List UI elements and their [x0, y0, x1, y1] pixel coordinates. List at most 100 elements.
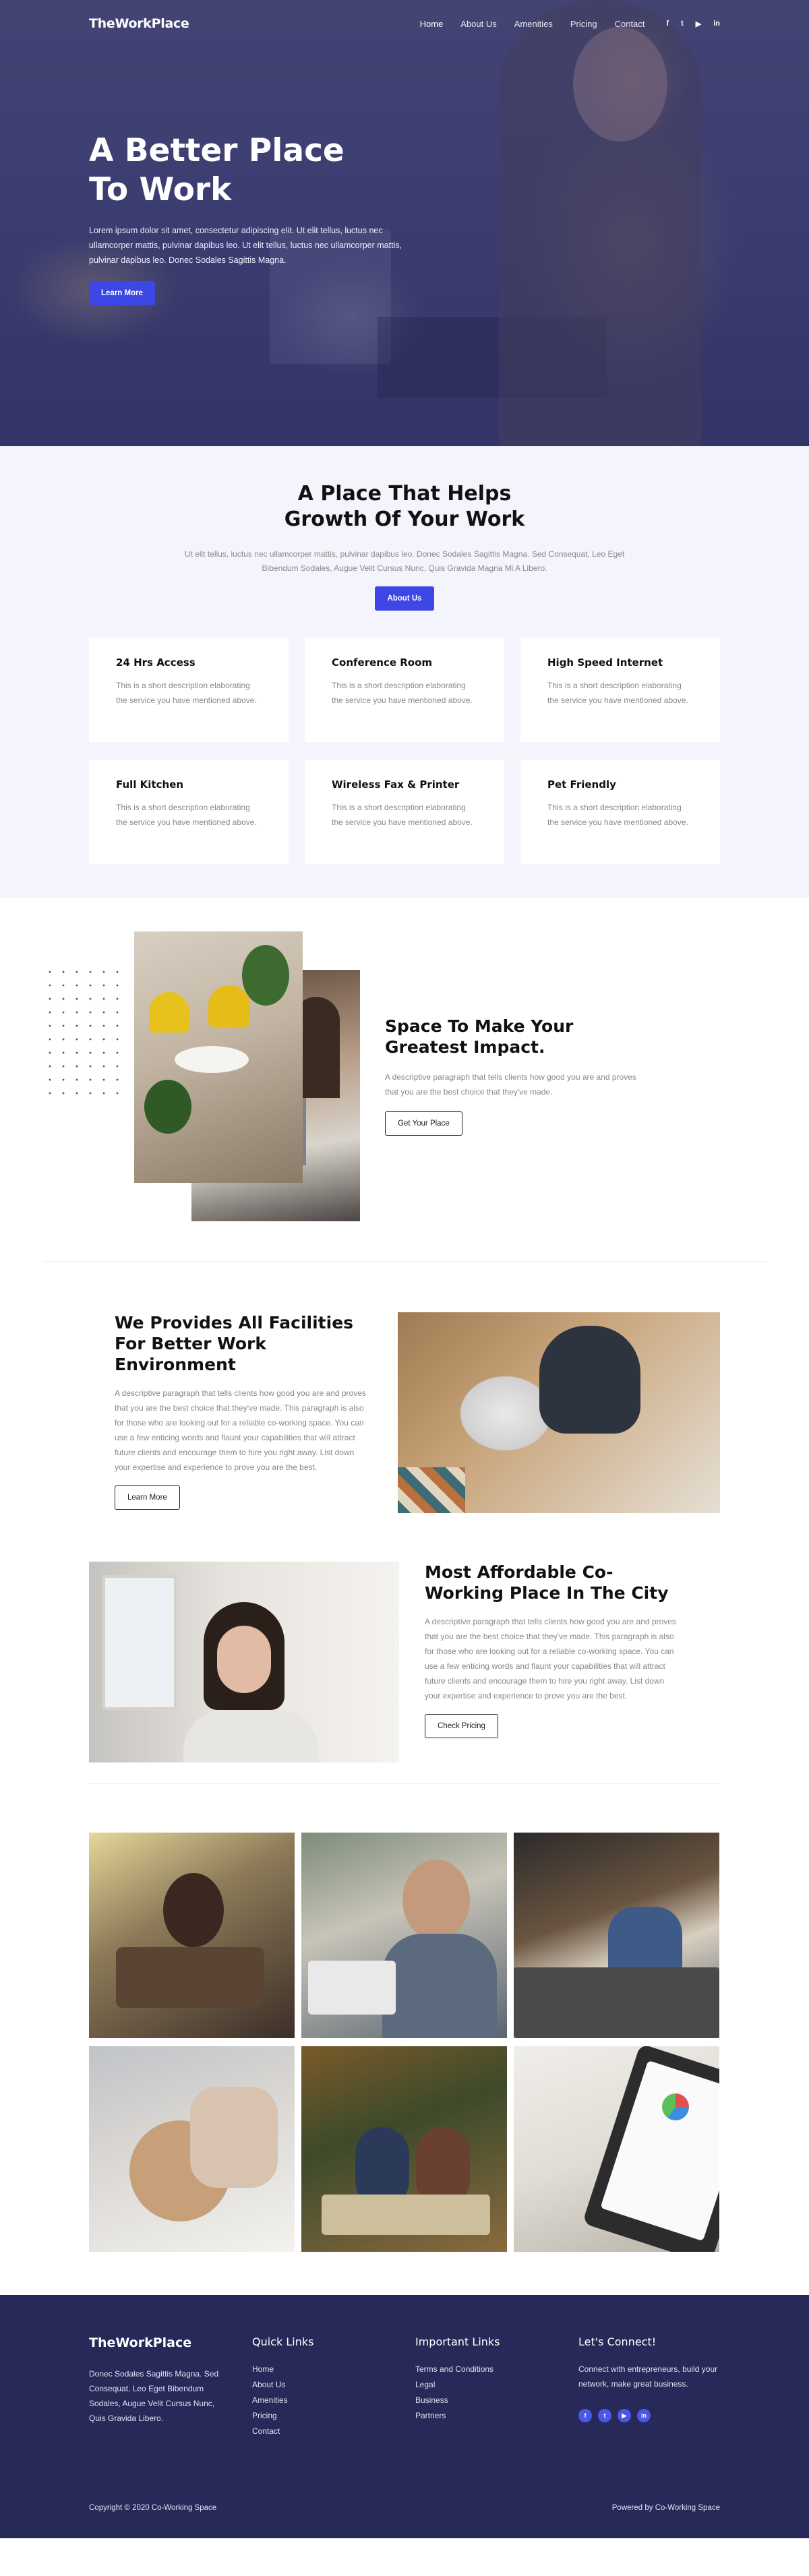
gallery-image-tablet-chart: [514, 2046, 719, 2252]
facilities-title: We Provides All Facilities For Better Wo…: [115, 1313, 354, 1374]
man-shape: [539, 1326, 640, 1434]
site-footer: TheWorkPlace Donec Sodales Sagittis Magn…: [0, 2295, 809, 2538]
hero-content: A Better Place To Work Lorem ipsum dolor…: [89, 131, 406, 305]
table-shape: [116, 1947, 264, 2008]
feature-title: Conference Room: [332, 656, 433, 669]
footer-important-links: Important Links Terms and Conditions Leg…: [415, 2335, 500, 2424]
quick-links-title: Quick Links: [252, 2335, 314, 2348]
facebook-icon[interactable]: f: [578, 2409, 592, 2422]
impact-section: Space To Make Your Greatest Impact. A de…: [43, 898, 766, 1262]
feature-card: 24 Hrs Access This is a short description…: [89, 638, 289, 742]
feature-card: Full Kitchen This is a short description …: [89, 760, 289, 864]
table-shape: [322, 2195, 490, 2235]
affordable-content: Most Affordable Co-Working Place In The …: [425, 1562, 681, 1738]
affordable-title: Most Affordable Co-Working Place In The …: [425, 1562, 669, 1603]
footer-quick-links: Quick Links Home About Us Amenities Pric…: [252, 2335, 313, 2439]
top-navbar: TheWorkPlace Home About Us Amenities Pri…: [0, 0, 809, 47]
feature-title: Wireless Fax & Printer: [332, 778, 460, 791]
facilities-desc: A descriptive paragraph that tells clien…: [115, 1388, 366, 1472]
feature-title: High Speed Internet: [547, 656, 663, 669]
facilities-section: We Provides All Facilities For Better Wo…: [89, 1262, 720, 1562]
plant-shape: [242, 945, 289, 1006]
youtube-icon[interactable]: ▶: [696, 20, 701, 28]
yellow-chair-shape: [149, 992, 189, 1033]
yellow-chair-shape: [208, 985, 250, 1027]
office-lounge-image: [134, 931, 303, 1183]
impact-desc: A descriptive paragraph that tells clien…: [385, 1072, 636, 1097]
important-links-title: Important Links: [415, 2335, 500, 2348]
footer-connect: Let's Connect! Connect with entrepreneur…: [578, 2335, 721, 2422]
nav-item-pricing[interactable]: Pricing: [570, 19, 597, 29]
connect-title: Let's Connect!: [578, 2335, 657, 2348]
footer-description: Donec Sodales Sagittis Magna. Sed Conseq…: [89, 2369, 219, 2423]
feature-desc: This is a short description elaborating …: [547, 681, 688, 705]
feature-desc: This is a short description elaborating …: [547, 803, 688, 827]
footer-link-business[interactable]: Business: [415, 2393, 500, 2408]
site-logo[interactable]: TheWorkPlace: [89, 16, 189, 31]
hero-subtitle: Lorem ipsum dolor sit amet, consectetur …: [89, 226, 402, 265]
feature-card: Wireless Fax & Printer This is a short de…: [305, 760, 504, 864]
gallery-image-laptop-man: [301, 1833, 507, 2038]
nav-item-amenities[interactable]: Amenities: [514, 19, 553, 29]
header-social-links: f t ▶ in: [666, 20, 720, 28]
affordable-desc: A descriptive paragraph that tells clien…: [425, 1617, 676, 1700]
features-section: A Place That Helps Growth Of Your Work Ut…: [0, 446, 809, 898]
feature-desc: This is a short description elaborating …: [332, 681, 473, 705]
hero-learn-more-button[interactable]: Learn More: [89, 281, 155, 305]
body-shape: [183, 1710, 318, 1762]
facilities-learn-more-button[interactable]: Learn More: [115, 1485, 180, 1510]
features-subtitle: Ut elit tellus, luctus nec ullamcorper m…: [184, 549, 625, 573]
footer-link-amenities[interactable]: Amenities: [252, 2393, 313, 2408]
photo-gallery: [89, 1833, 720, 2252]
sofa-shape: [514, 1967, 719, 2038]
face-shape: [217, 1626, 271, 1693]
twitter-icon[interactable]: t: [681, 20, 684, 28]
copyright-text: Copyright © 2020 Co-Working Space: [89, 2504, 217, 2512]
pie-chart-shape: [662, 2093, 689, 2120]
laptop-man-image: [398, 1312, 720, 1513]
hand-shape: [190, 2087, 278, 2188]
footer-link-terms[interactable]: Terms and Conditions: [415, 2362, 500, 2377]
get-your-place-button[interactable]: Get Your Place: [385, 1111, 462, 1136]
footer-link-legal[interactable]: Legal: [415, 2377, 500, 2393]
footer-about: TheWorkPlace Donec Sodales Sagittis Magn…: [89, 2335, 232, 2426]
youtube-icon[interactable]: ▶: [618, 2409, 631, 2422]
feature-desc: This is a short description elaborating …: [116, 803, 257, 827]
twitter-icon[interactable]: t: [598, 2409, 611, 2422]
nav-item-home[interactable]: Home: [420, 19, 444, 29]
person-shape: [402, 1860, 470, 1940]
features-grid: 24 Hrs Access This is a short description…: [89, 638, 720, 864]
feature-card: Conference Room This is a short descripti…: [305, 638, 504, 742]
impact-title: Space To Make Your Greatest Impact.: [385, 1016, 574, 1057]
gallery-image-meeting: [89, 1833, 295, 2038]
check-pricing-button[interactable]: Check Pricing: [425, 1714, 498, 1738]
feature-title: 24 Hrs Access: [116, 656, 196, 669]
footer-link-pricing[interactable]: Pricing: [252, 2408, 313, 2424]
facebook-icon[interactable]: f: [666, 20, 669, 28]
main-menu: Home About Us Amenities Pricing Contact …: [402, 19, 720, 29]
person-shape: [163, 1873, 224, 1947]
feature-title: Full Kitchen: [116, 778, 184, 791]
gallery-image-coffee: [89, 2046, 295, 2252]
linkedin-icon[interactable]: in: [637, 2409, 651, 2422]
footer-link-partners[interactable]: Partners: [415, 2408, 500, 2424]
impact-content: Space To Make Your Greatest Impact. A de…: [385, 1016, 641, 1136]
features-title: A Place That Helps Growth Of Your Work: [284, 482, 525, 531]
footer-social-links: f t ▶ in: [578, 2409, 721, 2422]
nav-item-contact[interactable]: Contact: [615, 19, 645, 29]
gallery-image-cafe-meeting: [301, 2046, 507, 2252]
footer-link-home[interactable]: Home: [252, 2362, 313, 2377]
decorative-dot-pattern: [43, 965, 124, 1100]
nav-item-about-us[interactable]: About Us: [460, 19, 496, 29]
footer-link-contact[interactable]: Contact: [252, 2424, 313, 2439]
table-shape: [175, 1046, 249, 1073]
hero-title: A Better Place To Work: [89, 132, 344, 208]
feature-card: High Speed Internet This is a short descr…: [520, 638, 720, 742]
pattern-shape: [398, 1467, 465, 1513]
footer-logo[interactable]: TheWorkPlace: [89, 2335, 232, 2350]
footer-link-about-us[interactable]: About Us: [252, 2377, 313, 2393]
feature-card: Pet Friendly This is a short description …: [520, 760, 720, 864]
about-us-button[interactable]: About Us: [375, 586, 434, 611]
feature-desc: This is a short description elaborating …: [332, 803, 473, 827]
linkedin-icon[interactable]: in: [713, 20, 720, 28]
